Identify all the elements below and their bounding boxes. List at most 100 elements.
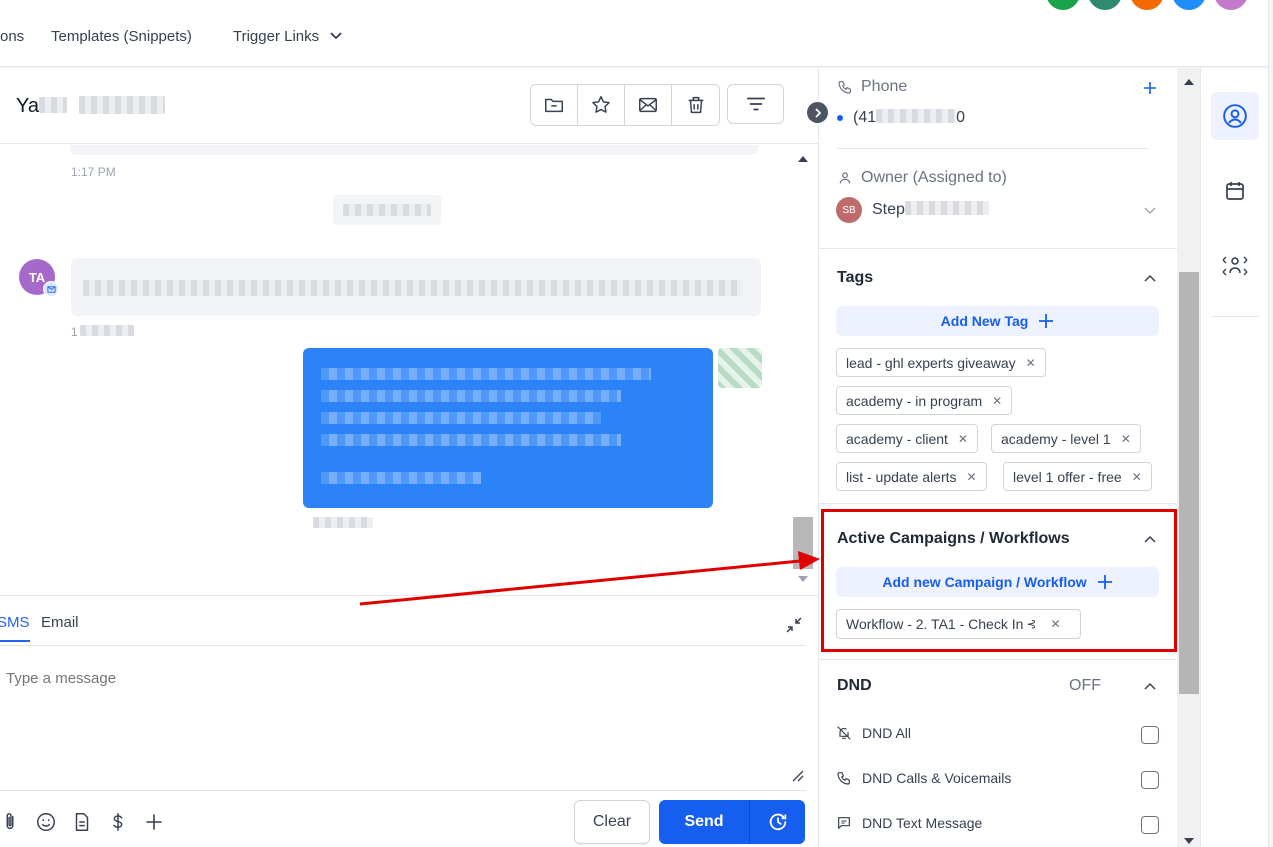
dnd-calls-checkbox[interactable]: [1141, 771, 1159, 789]
bell-off-icon: [837, 726, 851, 740]
dnd-text-label: DND Text Message: [862, 815, 983, 831]
dnd-section-title: DND: [837, 677, 872, 694]
tag-chip: level 1 offer - free ✕: [1003, 462, 1152, 491]
plus-icon: [1097, 575, 1112, 589]
owner-select[interactable]: SB Step: [836, 197, 1160, 223]
panel-scrollbar[interactable]: [1177, 68, 1200, 847]
chevron-up-icon[interactable]: [1143, 680, 1157, 694]
send-button-group: Send: [659, 800, 805, 844]
avatar[interactable]: [1046, 0, 1080, 10]
chevron-up-icon[interactable]: [1143, 272, 1157, 286]
message-square-icon: [838, 817, 850, 829]
remove-tag-icon[interactable]: ✕: [1132, 470, 1142, 484]
dnd-calls-label: DND Calls & Voicemails: [862, 770, 1012, 786]
dnd-text-checkbox[interactable]: [1141, 816, 1159, 834]
contact-name-text: Ya: [16, 95, 39, 117]
remove-tag-icon[interactable]: ✕: [1121, 432, 1131, 446]
avatar[interactable]: [1130, 0, 1164, 10]
nav-item-integrations[interactable]: ons: [0, 28, 24, 45]
tag-chip: lead - ghl experts giveaway ✕: [836, 348, 1046, 377]
divider: [819, 503, 1177, 504]
owner-label: Owner (Assigned to): [861, 169, 1007, 186]
trash-icon: [688, 96, 703, 114]
chevron-up-icon[interactable]: [1143, 533, 1157, 547]
calendar-tab-button[interactable]: [1211, 167, 1259, 215]
dnd-text-row: DND Text Message: [836, 815, 982, 831]
nav-item-templates[interactable]: Templates (Snippets): [51, 28, 192, 45]
phone-number-suffix: 0: [956, 109, 966, 126]
redacted-text: [876, 109, 957, 123]
attach-button[interactable]: [0, 810, 22, 834]
scroll-down-icon: [1184, 838, 1194, 844]
scrollbar-thumb[interactable]: [793, 517, 813, 569]
tag-chip: academy - client ✕: [836, 424, 978, 453]
phone-value[interactable]: (41 0: [837, 109, 965, 127]
message-composer: SMS Email Clear Send: [0, 595, 818, 847]
scroll-down-icon: [798, 576, 808, 582]
nav-item-trigger-links[interactable]: Trigger Links: [233, 28, 343, 45]
redacted-text: [38, 97, 67, 113]
tag-label: academy - in program: [846, 392, 983, 409]
folder-button[interactable]: [531, 85, 578, 125]
payment-button[interactable]: [106, 810, 130, 834]
remove-tag-icon[interactable]: ✕: [967, 470, 977, 484]
owner-field-label: Owner (Assigned to): [837, 169, 1007, 187]
tab-email[interactable]: Email: [41, 614, 79, 631]
remove-workflow-icon[interactable]: ✕: [1050, 617, 1060, 631]
more-button[interactable]: [142, 810, 166, 834]
tags-section-title: Tags: [837, 269, 874, 286]
phone-icon: [837, 772, 850, 785]
remove-tag-icon[interactable]: ✕: [958, 432, 968, 446]
message-input[interactable]: [6, 670, 706, 687]
avatar[interactable]: [1172, 0, 1206, 10]
star-button[interactable]: [578, 85, 625, 125]
calendar-icon: [1226, 182, 1244, 200]
add-phone-icon[interactable]: [1142, 80, 1158, 96]
avatar[interactable]: [1088, 0, 1122, 10]
add-campaign-button[interactable]: Add new Campaign / Workflow: [836, 567, 1159, 597]
user-circle-icon: [1223, 104, 1247, 128]
schedule-send-button[interactable]: [750, 800, 805, 844]
dollar-icon: [113, 813, 123, 831]
scrollbar-thumb[interactable]: [1179, 272, 1199, 694]
filter-button[interactable]: [727, 84, 784, 124]
add-tag-button[interactable]: Add New Tag: [836, 306, 1159, 336]
message-time: [313, 517, 373, 528]
contact-tab-button[interactable]: [1211, 92, 1259, 140]
resize-handle-icon[interactable]: [790, 768, 804, 782]
send-button[interactable]: Send: [659, 800, 750, 844]
smile-icon: [37, 813, 55, 831]
filter-lines-icon: [746, 97, 765, 111]
collapse-panel-button[interactable]: [807, 102, 828, 123]
tab-sms[interactable]: SMS: [0, 614, 30, 642]
tag-label: academy - level 1: [1001, 430, 1111, 447]
minimize-icon[interactable]: [784, 615, 804, 635]
user-icon: [839, 172, 851, 184]
tag-label: level 1 offer - free: [1013, 468, 1122, 485]
divider: [0, 790, 806, 791]
email-channel-badge: [43, 281, 59, 297]
remove-tag-icon[interactable]: ✕: [992, 394, 1002, 408]
tag-chip: list - update alerts ✕: [836, 462, 987, 491]
emoji-button[interactable]: [34, 810, 58, 834]
chevron-right-icon: [814, 107, 821, 118]
template-button[interactable]: [70, 810, 94, 834]
mark-unread-button[interactable]: [625, 85, 672, 125]
remove-tag-icon[interactable]: ✕: [1026, 356, 1036, 370]
top-nav: ons Templates (Snippets) Trigger Links: [0, 0, 1268, 67]
user-avatar: [718, 348, 762, 388]
sender-initials: TA: [28, 269, 46, 285]
redacted-text: [321, 434, 621, 446]
redacted-text: [321, 368, 651, 380]
dnd-status: OFF: [1069, 677, 1101, 694]
divider: [1211, 316, 1259, 317]
opportunities-tab-button[interactable]: [1211, 242, 1259, 290]
inbound-message-bubble: [71, 258, 761, 316]
dnd-all-checkbox[interactable]: [1141, 726, 1159, 744]
avatar[interactable]: [1214, 0, 1248, 10]
outbound-message-bubble: [303, 348, 713, 508]
sender-avatar: TA: [19, 259, 59, 297]
clear-button[interactable]: Clear: [574, 800, 650, 844]
messages-scrollbar[interactable]: [793, 145, 815, 595]
delete-button[interactable]: [672, 85, 719, 125]
